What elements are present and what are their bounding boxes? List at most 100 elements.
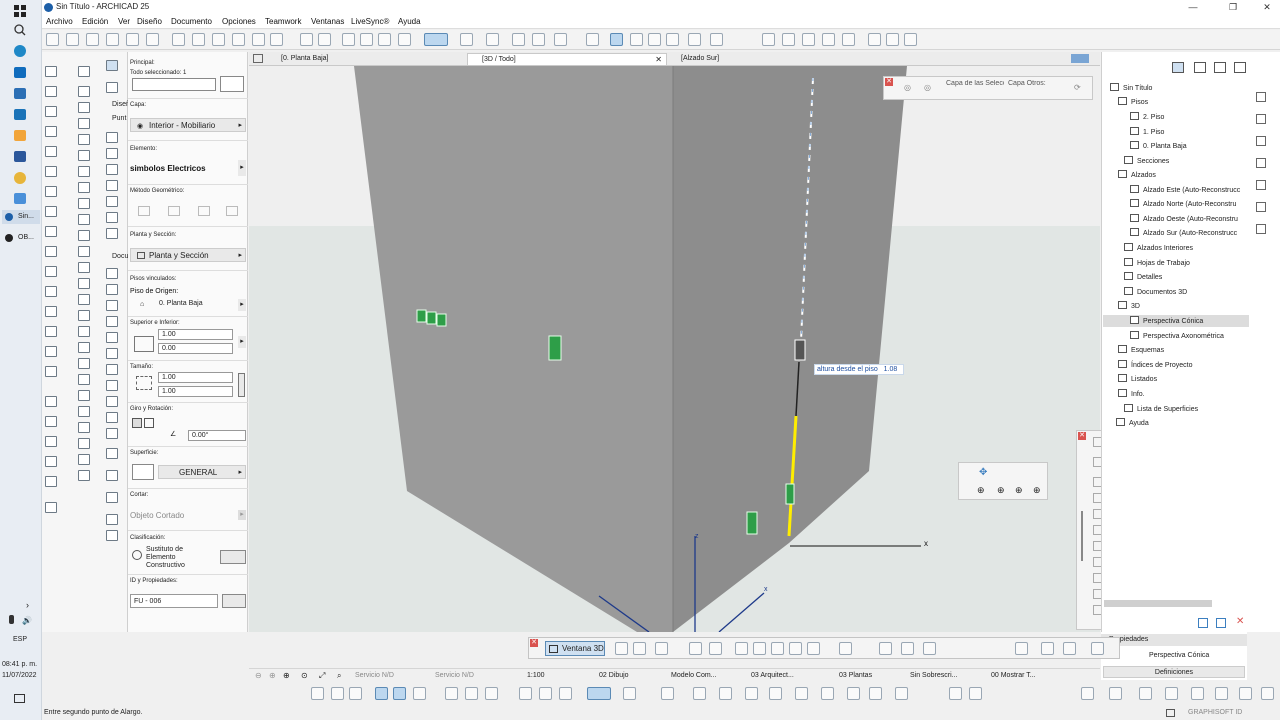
tool-icon[interactable]: [45, 126, 57, 137]
suspend-groups-icon[interactable]: [610, 33, 623, 46]
servicio-status[interactable]: Servicio N/D: [355, 672, 394, 679]
navigation-tool-icon[interactable]: [839, 642, 852, 655]
bottom-elevation-input[interactable]: 0.00: [158, 343, 233, 354]
refresh-icon[interactable]: ⟳: [1074, 83, 1081, 92]
toolbar-tool-icon[interactable]: [172, 33, 185, 46]
toolbar-tool-icon[interactable]: [868, 33, 881, 46]
navigation-tool-icon[interactable]: [735, 642, 748, 655]
navigation-tool-icon[interactable]: [771, 642, 784, 655]
renovation-combo[interactable]: 03 Plantas: [839, 672, 872, 679]
tool-icon[interactable]: [45, 416, 57, 427]
toolbar-tool-icon[interactable]: [66, 33, 79, 46]
toolbar-tool-icon[interactable]: [1239, 687, 1252, 700]
tool-icon[interactable]: [78, 278, 90, 289]
tool-icon[interactable]: [78, 454, 90, 465]
tool-icon[interactable]: [45, 206, 57, 217]
toolbar-tool-icon[interactable]: [802, 33, 815, 46]
home-story-dropdown[interactable]: ⌂ 0. Planta Baja ▸: [130, 299, 246, 311]
navigator-action-icon[interactable]: [1198, 618, 1208, 628]
toolbar-tool-icon[interactable]: [413, 687, 426, 700]
search-icon[interactable]: [14, 24, 26, 36]
toolbar-tool-icon[interactable]: [895, 687, 908, 700]
navigation-tool-icon[interactable]: [1091, 642, 1104, 655]
toolbar-tool-icon[interactable]: [232, 33, 245, 46]
move-icon[interactable]: ✥: [979, 467, 987, 478]
toolbar-tool-icon[interactable]: [847, 687, 860, 700]
edge-browser-icon[interactable]: [14, 45, 26, 57]
navigation-tool-icon[interactable]: [807, 642, 820, 655]
tool-icon[interactable]: [78, 390, 90, 401]
side-icon[interactable]: [1256, 114, 1266, 124]
toolbar-tool-icon[interactable]: [252, 33, 265, 46]
navigation-tool-icon[interactable]: [709, 642, 722, 655]
tree-item[interactable]: Índices de Proyecto: [1118, 360, 1192, 369]
layer-combination-combo[interactable]: 02 Dibujo: [599, 672, 629, 679]
tree-item[interactable]: Lista de Superficies: [1124, 404, 1198, 413]
tool-icon[interactable]: [78, 86, 90, 97]
tool-icon[interactable]: [78, 406, 90, 417]
tool-icon[interactable]: [45, 502, 57, 513]
3d-window-button[interactable]: Ventana 3D: [545, 641, 605, 656]
toolbar-tool-icon[interactable]: [486, 33, 499, 46]
toolbar-tool-icon[interactable]: [1109, 687, 1122, 700]
tool-icon[interactable]: [106, 132, 118, 143]
tool-icon[interactable]: [45, 366, 57, 377]
close-palette-icon[interactable]: ✕: [530, 639, 538, 647]
toolbar-tool-icon[interactable]: [331, 687, 344, 700]
tool-icon[interactable]: [78, 214, 90, 225]
tree-item[interactable]: Alzado Sur (Auto-Reconstrucc: [1130, 228, 1237, 237]
tool-icon[interactable]: [106, 212, 118, 223]
height-input[interactable]: 1.00: [158, 386, 233, 397]
microphone-icon[interactable]: [9, 615, 14, 624]
layer-lock-icon[interactable]: ◎: [924, 83, 931, 92]
tool-icon[interactable]: [106, 412, 118, 423]
elemento-value[interactable]: simbolos Electricos: [130, 164, 206, 173]
graphic-override-combo[interactable]: Sin Sobrescri...: [910, 672, 957, 679]
toolbar-tool-icon[interactable]: [375, 687, 388, 700]
navigation-tool-icon[interactable]: [901, 642, 914, 655]
store-icon[interactable]: [14, 67, 26, 78]
mirror-off-icon[interactable]: [132, 418, 142, 428]
tool-icon[interactable]: [106, 514, 118, 525]
menu-diseno[interactable]: Diseño: [137, 17, 162, 26]
tree-item[interactable]: Alzados: [1118, 170, 1156, 179]
3d-scene[interactable]: x z x: [249, 66, 1100, 633]
maximize-button[interactable]: ❐: [1220, 1, 1246, 14]
orbit-icon[interactable]: ⊙: [301, 671, 308, 680]
selected-object[interactable]: [794, 339, 806, 361]
toolbar-tool-icon[interactable]: [795, 687, 808, 700]
tool-icon[interactable]: [106, 300, 118, 311]
toolbar-tool-icon[interactable]: [661, 687, 674, 700]
toolbar-tool-icon[interactable]: [745, 687, 758, 700]
tool-icon[interactable]: [45, 326, 57, 337]
tool-icon[interactable]: [78, 102, 90, 113]
guide-line-icon[interactable]: [587, 687, 611, 700]
navigation-tool-icon[interactable]: [689, 642, 702, 655]
toolbar-tool-icon[interactable]: [666, 33, 679, 46]
tool-icon[interactable]: [78, 182, 90, 193]
toolbar-tool-icon[interactable]: [559, 687, 572, 700]
snap-icon[interactable]: ⊕: [1015, 485, 1023, 496]
favorites-button[interactable]: [220, 76, 244, 92]
toolbar-tool-icon[interactable]: [378, 33, 391, 46]
toolbar-tool-icon[interactable]: [586, 33, 599, 46]
toolbar-tool-icon[interactable]: [969, 687, 982, 700]
top-elevation-input[interactable]: 1.00: [158, 329, 233, 340]
tool-icon[interactable]: [106, 428, 118, 439]
toolbar-tool-icon[interactable]: [460, 33, 473, 46]
tool-icon[interactable]: [45, 186, 57, 197]
properties-button[interactable]: [222, 594, 246, 608]
chrome-icon[interactable]: [14, 172, 26, 184]
close-button[interactable]: ✕: [1254, 1, 1280, 14]
pen-set-combo[interactable]: 03 Arquitect...: [751, 672, 794, 679]
paint-icon[interactable]: [14, 130, 26, 141]
tree-item[interactable]: Documentos 3D: [1124, 287, 1187, 296]
tool-icon[interactable]: [78, 342, 90, 353]
tree-item[interactable]: 1. Piso: [1130, 127, 1164, 136]
tool-icon[interactable]: [45, 396, 57, 407]
taskbar-item-archicad[interactable]: Sin...: [2, 210, 40, 224]
view-settings-icon[interactable]: [1071, 54, 1089, 63]
side-icon[interactable]: [1256, 202, 1266, 212]
side-icon[interactable]: [1256, 92, 1266, 102]
tool-icon[interactable]: [45, 346, 57, 357]
